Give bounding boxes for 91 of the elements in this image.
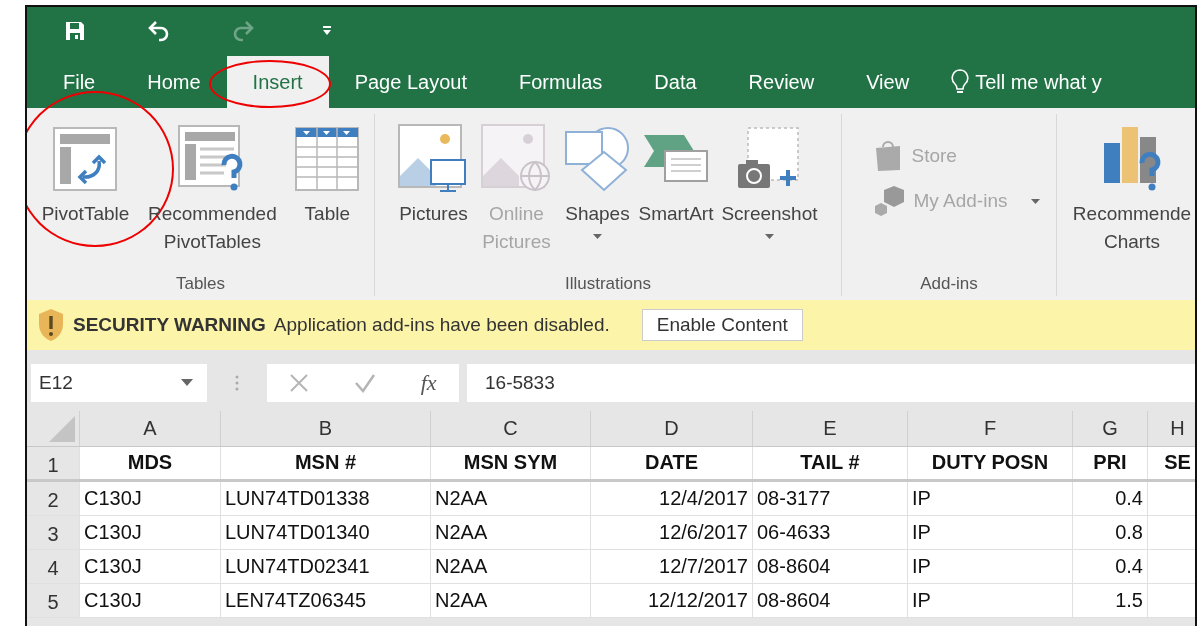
ribbon-tab[interactable]: Formulas [492, 56, 629, 108]
row-header[interactable]: 4 [27, 550, 79, 583]
table-cell: IP [912, 589, 931, 611]
column-header[interactable]: H [1147, 411, 1195, 446]
column-title: MSN SYM [463, 451, 558, 473]
ribbon-command[interactable]: SmartArt [636, 118, 716, 228]
ribbon-command[interactable]: Shapes [562, 118, 633, 239]
row-header[interactable]: 1 [27, 447, 79, 479]
table-cell: C130J [84, 487, 142, 509]
ribbon-tab[interactable]: File [37, 56, 122, 108]
shield-warning-icon [37, 308, 65, 342]
ribbon-command[interactable]: Pictures [396, 118, 471, 228]
table-cell: LUN74TD01338 [225, 487, 370, 509]
enable-content-button[interactable]: Enable Content [641, 309, 803, 341]
table-cell: 0.4 [1115, 487, 1143, 509]
table-cell: 0.4 [1115, 555, 1143, 577]
shapes-icon [564, 126, 631, 192]
ribbon-tab[interactable]: Page Layout [328, 56, 493, 108]
column-title: SE [1164, 451, 1191, 473]
dropdown-caret-icon[interactable] [181, 379, 193, 386]
online-pictures-icon [481, 124, 552, 194]
lightbulb-icon [951, 69, 970, 95]
column-header[interactable]: A [79, 411, 220, 446]
table-cell: 08-3177 [757, 487, 831, 509]
table-cell: 06-4633 [757, 521, 831, 543]
table-cell: 12/4/2017 [659, 487, 748, 509]
table-cell: 12/7/2017 [659, 555, 748, 577]
warning-message: Application add-ins have been disabled. [273, 314, 610, 336]
ribbon-command[interactable]: Screenshot [719, 118, 820, 239]
table-cell: N2AA [435, 521, 488, 543]
table-cell: IP [912, 487, 931, 509]
column-title: MSN # [294, 451, 357, 473]
column-header[interactable]: G [1072, 411, 1147, 446]
grip-icon[interactable] [235, 373, 239, 392]
table-icon [295, 127, 360, 191]
column-header[interactable]: B [220, 411, 430, 446]
warning-title: SECURITY WARNING [73, 314, 266, 336]
undo-icon[interactable] [147, 20, 171, 42]
tell-me-search[interactable]: Tell me what y [975, 70, 1102, 94]
table-cell: C130J [84, 589, 142, 611]
table-cell: 1.5 [1115, 589, 1143, 611]
row-header[interactable]: 5 [27, 584, 79, 617]
save-icon[interactable] [64, 20, 86, 42]
row-header[interactable]: 3 [27, 516, 79, 549]
row-header[interactable]: 2 [27, 482, 79, 515]
cancel-icon[interactable] [289, 372, 310, 393]
ribbon-tab[interactable]: Review [722, 56, 841, 108]
group-label: Tables [175, 274, 226, 295]
name-box[interactable]: E12 [31, 363, 207, 402]
table-cell: N2AA [435, 487, 488, 509]
table-cell: LEN74TZ06345 [225, 589, 367, 611]
ribbon-command[interactable]: Recommende Charts [1067, 118, 1195, 256]
ribbon-command[interactable]: Table [293, 118, 362, 228]
cubes-icon [873, 186, 906, 216]
table-cell: 0.8 [1115, 521, 1143, 543]
cell-reference: E12 [39, 371, 73, 394]
customize-caret-icon[interactable] [321, 25, 333, 37]
formula-field[interactable]: 16-5833 [467, 363, 1195, 402]
ribbon-tab[interactable]: Home [121, 56, 227, 108]
ribbon-tab[interactable]: Data [628, 56, 723, 108]
table-cell: 12/12/2017 [647, 589, 748, 611]
table-cell: 08-8604 [757, 555, 831, 577]
table-cell: 08-8604 [757, 589, 831, 611]
table-cell: C130J [84, 521, 142, 543]
column-header[interactable]: E [752, 411, 907, 446]
column-title: DUTY POSN [931, 451, 1049, 473]
select-all-icon[interactable] [49, 416, 75, 442]
table-cell: N2AA [435, 589, 488, 611]
ribbon-tab[interactable]: Insert [226, 56, 329, 108]
pivot-table-icon [53, 127, 118, 191]
column-title: MDS [127, 451, 173, 473]
insert-function-button[interactable]: fx [420, 369, 437, 396]
table-cell: LUN74TD01340 [225, 521, 370, 543]
column-title: DATE [645, 451, 698, 473]
ribbon-tab[interactable]: View [840, 56, 936, 108]
column-title: PRI [1093, 451, 1127, 473]
group-label: Add-ins [920, 274, 978, 295]
column-header[interactable]: D [590, 411, 752, 446]
table-cell: IP [912, 555, 931, 577]
table-cell: N2AA [435, 555, 488, 577]
column-header[interactable]: F [907, 411, 1072, 446]
column-title: TAIL # [800, 451, 860, 473]
group-label: Illustrations [565, 274, 651, 295]
pictures-icon [398, 124, 469, 194]
table-cell: C130J [84, 555, 142, 577]
table-cell: 12/6/2017 [659, 521, 748, 543]
column-header[interactable]: C [430, 411, 590, 446]
table-cell: LUN74TD02341 [225, 555, 370, 577]
ribbon-command[interactable]: PivotTable [39, 118, 132, 228]
table-cell: IP [912, 521, 931, 543]
checkmark-icon[interactable] [354, 372, 377, 393]
